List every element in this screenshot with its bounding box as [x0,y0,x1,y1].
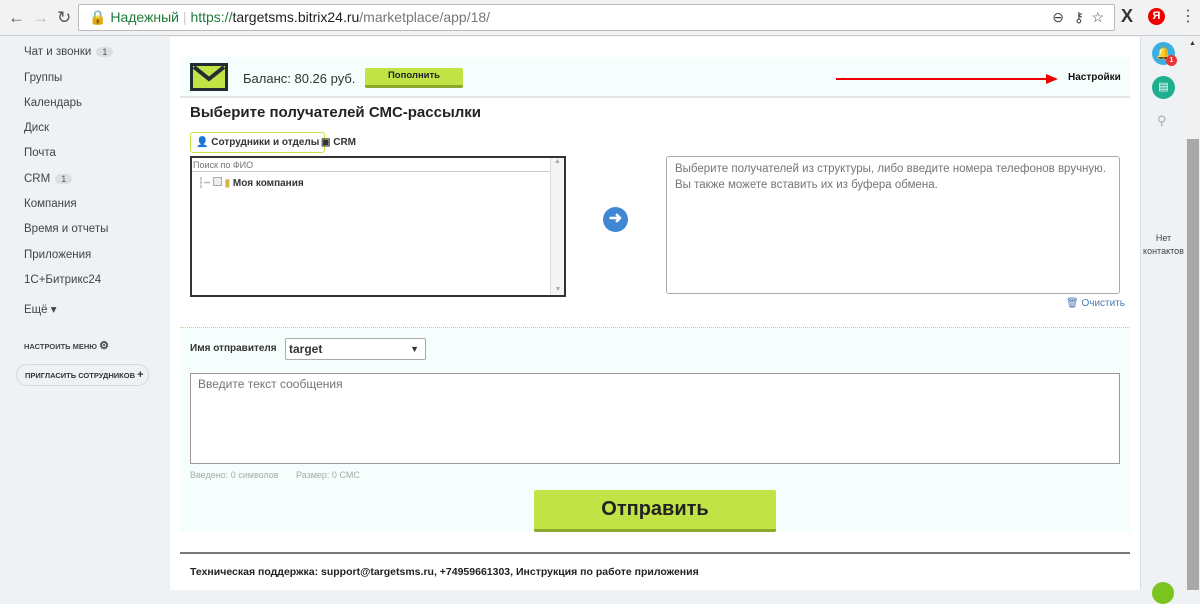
notification-badge: 1 [1166,55,1177,66]
badge: 1 [96,47,114,57]
gear-icon: ⚙ [99,340,110,352]
red-arrow [836,78,1048,80]
search-input[interactable] [192,158,550,172]
search-icon[interactable]: ⚲ [1157,113,1167,129]
menu-icon[interactable]: ⋮ [1180,6,1196,26]
tree-node-root[interactable]: ┆┈ ▮ Моя компания [198,177,304,189]
back-icon[interactable]: ← [8,8,25,28]
envelope-logo-icon [190,63,228,91]
lock-icon: 🔒 [89,9,107,25]
forward-icon[interactable]: → [32,8,49,28]
sender-select[interactable]: target ▼ [285,338,426,360]
user-icon: 👤 [196,137,209,148]
key-icon[interactable]: ⚷ [1074,5,1084,30]
sidebar-item-groups[interactable]: Группы [24,72,62,84]
url-host: targetsms.bitrix24.ru [232,9,360,25]
add-recipients-arrow-icon[interactable]: ➜ [603,207,628,232]
sidebar-item-calendar[interactable]: Календарь [24,97,82,109]
recipients-title: Выберите получателей СМС-рассылки [190,104,482,121]
clear-link[interactable]: 🗑 Очистить [1066,298,1125,309]
url-path: /marketplace/app/18/ [359,9,491,25]
sidebar-item-mail[interactable]: Почта [24,147,56,159]
checkbox[interactable] [212,177,222,186]
sidebar-item-time[interactable]: Время и отчеты [24,223,108,235]
reload-icon[interactable]: ↻ [57,8,71,28]
sidebar-item-apps[interactable]: Приложения [24,249,91,261]
scroll-up-icon[interactable]: ▲ [1189,40,1196,47]
app-header: Баланс: 80.26 руб. Пополнить Настройки [180,57,1130,98]
employee-tree: ┆┈ ▮ Моя компания ▲▼ [190,156,566,297]
send-button[interactable]: Отправить [534,490,776,532]
configure-menu-button[interactable]: НАСТРОИТЬ МЕНЮ ⚙ [24,339,109,352]
char-counter: Введено: 0 символов [190,470,279,480]
trash-icon: 🗑 [1066,298,1079,309]
sidebar-item-disk[interactable]: Диск [24,122,49,134]
scrollbar-thumb[interactable] [1187,139,1199,590]
settings-link[interactable]: Настройки [1068,72,1121,83]
tab-employees[interactable]: 👤 Сотрудники и отделы [190,132,326,153]
phones-textarea[interactable] [666,156,1120,294]
folder-icon: ▮ [224,178,231,189]
sidebar-item-crm[interactable]: CRM 1 [24,173,73,185]
invite-button[interactable]: ПРИГЛАСИТЬ СОТРУДНИКОВ + [16,364,149,386]
zoom-out-icon[interactable]: ⊖ [1052,5,1064,30]
tab-crm[interactable]: ▣ CRM [321,137,356,148]
sender-label: Имя отправителя [190,343,277,354]
message-section: Имя отправителя target▼ Введено: 0 симво… [180,327,1130,532]
chat-icon[interactable]: ▤ [1152,76,1175,99]
sidebar-item-chat[interactable]: Чат и звонки 1 [24,46,114,58]
chevron-down-icon: ▼ [410,344,419,354]
star-icon[interactable]: ☆ [1091,5,1104,30]
online-status-icon[interactable] [1152,582,1174,604]
yandex-icon[interactable]: Я [1148,8,1165,25]
badge: 1 [55,174,73,184]
topup-button[interactable]: Пополнить [365,68,463,88]
tree-scrollbar[interactable]: ▲ ▼ [550,158,564,295]
message-textarea[interactable] [190,373,1120,464]
sidebar-item-1c[interactable]: 1С+Битрикс24 [24,274,101,286]
address-bar[interactable]: 🔒 Надежный | https://targetsms.bitrix24.… [78,4,1115,31]
extension-x-icon[interactable]: X [1121,6,1133,27]
footer-support: Техническая поддержка: support@targetsms… [190,566,699,578]
red-arrow-head [1046,74,1058,84]
divider [180,552,1130,554]
briefcase-icon: ▣ [321,137,331,148]
url-scheme: https:// [190,9,233,25]
page-scrollbar[interactable]: ▲ [1186,37,1200,590]
sidebar-item-more[interactable]: Ещё ▾ [24,302,57,316]
sms-size: Размер: 0 СМС [296,470,360,480]
right-panel: 🔔 1 ▤ ⚲ Нет контактов [1140,37,1185,590]
balance-text: Баланс: 80.26 руб. [243,71,356,86]
browser-toolbar: ← → ↻ 🔒 Надежный | https://targetsms.bit… [0,0,1200,36]
sidebar-item-company[interactable]: Компания [24,198,77,210]
plus-icon: + [137,369,144,381]
secure-label: Надежный [110,9,180,25]
no-contacts-text: Нет контактов [1143,233,1184,256]
